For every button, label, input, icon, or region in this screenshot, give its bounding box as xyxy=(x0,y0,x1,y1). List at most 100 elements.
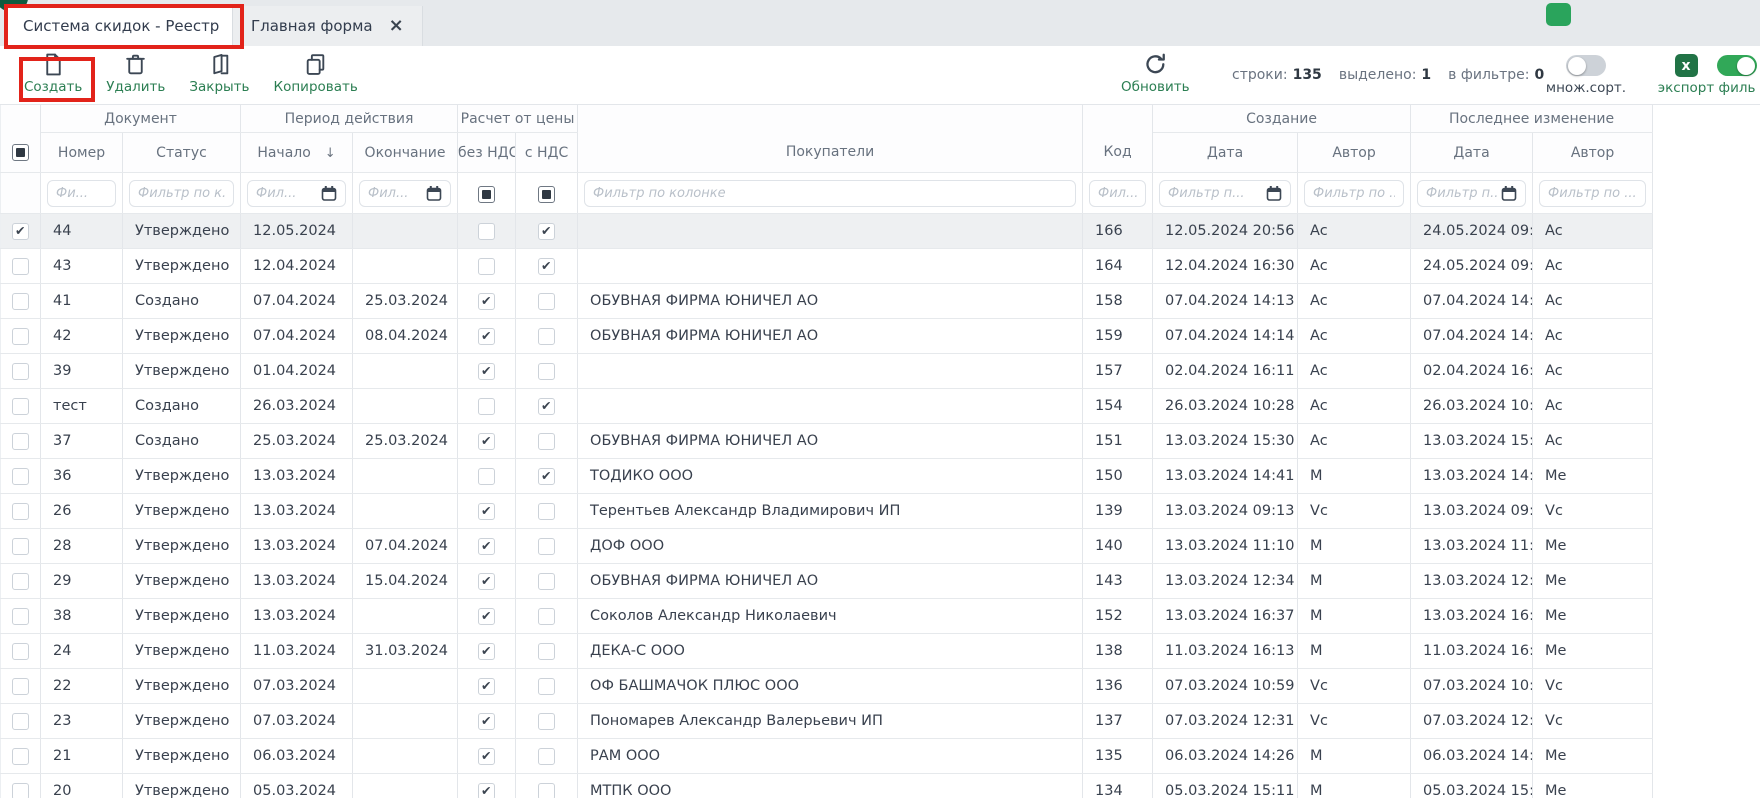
create-button[interactable]: Создать xyxy=(24,52,82,95)
modified-author-filter-input[interactable] xyxy=(1548,186,1637,201)
column-header-no-vat[interactable]: без НДС xyxy=(458,133,516,173)
row-select-checkbox[interactable] xyxy=(12,258,29,275)
multisort-toggle[interactable] xyxy=(1566,55,1606,76)
column-header-start[interactable]: Начало↓ xyxy=(241,133,353,173)
table-row[interactable]: 39Утверждено01.04.202415702.04.2024 16:1… xyxy=(1,354,1760,389)
column-header-end[interactable]: Окончание xyxy=(353,133,458,173)
row-select-checkbox[interactable] xyxy=(12,573,29,590)
number-filter-input[interactable] xyxy=(56,186,107,201)
row-select-checkbox[interactable] xyxy=(12,503,29,520)
unchecked-checkbox-icon xyxy=(538,328,555,345)
column-header-modified-author[interactable]: Автор xyxy=(1533,133,1653,173)
row-select-checkbox[interactable] xyxy=(12,608,29,625)
group-period: Период действия xyxy=(241,105,458,133)
created-author-filter-input[interactable] xyxy=(1313,186,1395,201)
calendar-icon[interactable] xyxy=(1501,185,1517,201)
created-date-filter-input[interactable] xyxy=(1168,186,1262,201)
cell-status: Утверждено xyxy=(123,354,241,389)
column-header-vat[interactable]: с НДС xyxy=(516,133,578,173)
column-header-created-author[interactable]: Автор xyxy=(1298,133,1411,173)
table-row[interactable]: 28Утверждено13.03.202407.04.2024ДОФ ООО1… xyxy=(1,529,1760,564)
filter-cell-code xyxy=(1083,173,1153,214)
row-select-checkbox[interactable] xyxy=(12,748,29,765)
table-row[interactable]: 24Утверждено11.03.202431.03.2024ДЕКА-С О… xyxy=(1,634,1760,669)
column-header-buyers[interactable]: Покупатели xyxy=(578,105,1083,173)
unchecked-checkbox-icon xyxy=(538,748,555,765)
copy-label: Копировать xyxy=(274,79,358,95)
row-select-checkbox[interactable] xyxy=(12,468,29,485)
cell-code: 135 xyxy=(1083,739,1153,774)
row-select-checkbox[interactable] xyxy=(12,293,29,310)
row-select-checkbox[interactable] xyxy=(12,678,29,695)
row-select-checkbox[interactable] xyxy=(12,223,29,240)
table-row[interactable]: 21Утверждено06.03.2024РАМ ООО13506.03.20… xyxy=(1,739,1760,774)
cell-end xyxy=(353,704,458,739)
delete-button[interactable]: Удалить xyxy=(106,52,165,95)
end-date-filter-input[interactable] xyxy=(368,186,422,201)
table-row[interactable]: 23Утверждено07.03.2024Пономарев Александ… xyxy=(1,704,1760,739)
table-row[interactable]: 22Утверждено07.03.2024ОФ БАШМАЧОК ПЛЮС О… xyxy=(1,669,1760,704)
table-row[interactable]: 20Утверждено05.03.2024МТПК ООО13405.03.2… xyxy=(1,774,1760,798)
row-select-checkbox[interactable] xyxy=(12,783,29,798)
calendar-icon[interactable] xyxy=(426,185,442,201)
close-icon[interactable]: × xyxy=(389,17,404,35)
row-select-checkbox[interactable] xyxy=(12,363,29,380)
cell-modified-date: 07.04.2024 14:56 xyxy=(1411,319,1533,354)
unchecked-checkbox-icon xyxy=(538,538,555,555)
row-select-checkbox[interactable] xyxy=(12,328,29,345)
cell-modified-author: Me xyxy=(1533,774,1653,798)
calendar-icon[interactable] xyxy=(1266,185,1282,201)
row-select-checkbox[interactable] xyxy=(12,398,29,415)
checked-checkbox-icon xyxy=(478,328,495,345)
select-all-checkbox[interactable] xyxy=(12,144,29,161)
cell-no-vat xyxy=(458,774,516,798)
column-header-code[interactable]: Код xyxy=(1083,105,1153,173)
table-row[interactable]: 37Создано25.03.202425.03.2024ОБУВНАЯ ФИР… xyxy=(1,424,1760,459)
code-filter-input[interactable] xyxy=(1098,186,1137,201)
table-row[interactable]: 36Утверждено13.03.2024ТОДИКО ООО15013.03… xyxy=(1,459,1760,494)
no-vat-filter-checkbox[interactable] xyxy=(478,186,495,203)
row-select-checkbox[interactable] xyxy=(12,643,29,660)
row-select-checkbox[interactable] xyxy=(12,433,29,450)
row-select-cell xyxy=(1,739,41,774)
column-header-status[interactable]: Статус xyxy=(123,133,241,173)
table-row[interactable]: 42Утверждено07.04.202408.04.2024ОБУВНАЯ … xyxy=(1,319,1760,354)
column-header-number[interactable]: Номер xyxy=(41,133,123,173)
vat-filter-checkbox[interactable] xyxy=(538,186,555,203)
cell-modified-author: Me xyxy=(1533,529,1653,564)
status-filter-input[interactable] xyxy=(138,186,225,201)
table-row[interactable]: 44Утверждено12.05.202416612.05.2024 20:5… xyxy=(1,214,1760,249)
calendar-icon[interactable] xyxy=(321,185,337,201)
row-select-checkbox[interactable] xyxy=(12,713,29,730)
row-select-checkbox[interactable] xyxy=(12,538,29,555)
cell-status: Создано xyxy=(123,389,241,424)
table-row[interactable]: 26Утверждено13.03.2024Терентьев Александ… xyxy=(1,494,1760,529)
cell-modified-author: Vc xyxy=(1533,669,1653,704)
tab-main-form[interactable]: Главная форма × xyxy=(232,6,423,46)
application-window: Система скидок - Реестр × Главная форма … xyxy=(0,0,1760,798)
table-row[interactable]: тестСоздано26.03.202415426.03.2024 10:28… xyxy=(1,389,1760,424)
filter-toggle[interactable] xyxy=(1717,55,1757,76)
close-button[interactable]: Закрыть xyxy=(189,52,249,95)
column-header-created-date[interactable]: Дата xyxy=(1153,133,1298,173)
cell-number: 37 xyxy=(41,424,123,459)
multisort-toggle-block[interactable]: множ.сорт. xyxy=(1542,55,1630,96)
table-row[interactable]: 29Утверждено13.03.202415.04.2024ОБУВНАЯ … xyxy=(1,564,1760,599)
filter-toggle-block[interactable]: филь xyxy=(1695,55,1760,96)
table-row[interactable]: 38Утверждено13.03.2024Соколов Александр … xyxy=(1,599,1760,634)
copy-button[interactable]: Копировать xyxy=(274,52,358,95)
column-header-modified-date[interactable]: Дата xyxy=(1411,133,1533,173)
table-row[interactable]: 43Утверждено12.04.202416412.04.2024 16:3… xyxy=(1,249,1760,284)
cell-end: 15.04.2024 xyxy=(353,564,458,599)
cell-code: 139 xyxy=(1083,494,1153,529)
cell-end: 31.03.2024 xyxy=(353,634,458,669)
cell-status: Утверждено xyxy=(123,774,241,798)
buyers-filter-input[interactable] xyxy=(593,186,1067,201)
refresh-button[interactable]: Обновить xyxy=(1121,52,1190,95)
modified-date-filter-input[interactable] xyxy=(1426,186,1497,201)
table-row[interactable]: 41Создано07.04.202425.03.2024ОБУВНАЯ ФИР… xyxy=(1,284,1760,319)
start-date-filter-input[interactable] xyxy=(256,186,317,201)
row-select-cell xyxy=(1,389,41,424)
tab-discount-registry[interactable]: Система скидок - Реестр × xyxy=(5,6,268,46)
cell-end: 07.04.2024 xyxy=(353,529,458,564)
